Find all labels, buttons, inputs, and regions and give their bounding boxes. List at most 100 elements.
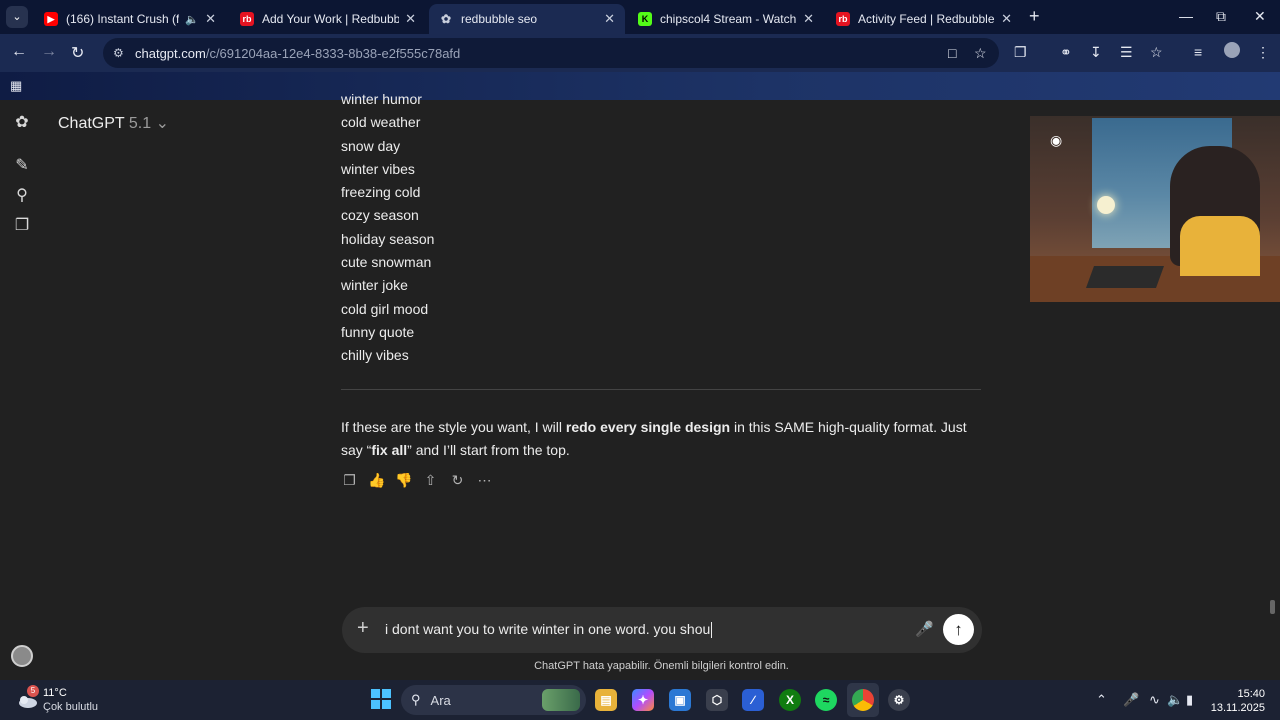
list-item: funny quote	[341, 323, 415, 340]
weather-temperature[interactable]: 11°C	[43, 687, 67, 699]
list-item: cold weather	[341, 114, 421, 131]
xbox-icon[interactable]: X	[779, 689, 801, 711]
microsoft-store-icon[interactable]: ▣	[669, 689, 691, 711]
list-item: cute snowman	[341, 254, 432, 271]
address-bar[interactable]: ⚙ chatgpt.com/c/691204aa-12e4-8333-8b38-…	[103, 38, 999, 68]
wifi-icon[interactable]: ∿	[1149, 692, 1160, 708]
site-info-icon[interactable]: ⚙	[113, 46, 129, 60]
tab-title: chipscol4 Stream - Watch Live o	[660, 12, 797, 26]
forward-icon[interactable]: →	[41, 43, 57, 61]
video-lamp	[1097, 196, 1115, 214]
microphone-tray-icon[interactable]: 🎤	[1123, 692, 1139, 708]
tab-youtube[interactable]: ▶ (166) Instant Crush (feat. Ju 🔈 ✕	[34, 4, 226, 34]
keyword-list: winter humor cold weather snow day winte…	[341, 88, 434, 368]
more-options-icon[interactable]: ⋯	[476, 472, 493, 489]
steam-icon[interactable]: ⚙	[888, 689, 910, 711]
tab-redbubble-seo[interactable]: ✿ redbubble seo ✕	[429, 4, 625, 34]
windows-start-icon[interactable]	[371, 689, 391, 709]
media-control-icon[interactable]: ≡	[1194, 44, 1202, 60]
incognito-icon[interactable]: ⚭	[1060, 44, 1072, 61]
clock-time: 15:40	[1237, 688, 1265, 700]
list-item: cozy season	[341, 207, 419, 224]
weather-description[interactable]: Çok bulutlu	[43, 701, 98, 713]
model-name: ChatGPT	[58, 115, 125, 132]
editor-app-icon[interactable]: ∕	[742, 689, 764, 711]
reading-mode-icon[interactable]: □	[948, 45, 956, 61]
translate-icon[interactable]: ☰	[1120, 44, 1133, 61]
download-icon[interactable]: ↧	[1090, 44, 1102, 61]
list-item: winter joke	[341, 277, 408, 294]
back-icon[interactable]: ←	[11, 43, 27, 61]
close-window-icon[interactable]: ✕	[1254, 8, 1266, 25]
reload-icon[interactable]: ↻	[71, 43, 84, 63]
microphone-icon[interactable]: 🎤	[915, 620, 934, 638]
tab-title: Activity Feed | Redbubble	[858, 12, 995, 26]
copy-icon[interactable]: ❐	[341, 472, 358, 489]
spotify-icon[interactable]: ≈	[815, 689, 837, 711]
picture-in-picture-video[interactable]: ◉	[1030, 116, 1280, 302]
app-hexagon-icon[interactable]: ⬡	[706, 689, 728, 711]
file-explorer-icon[interactable]: ▤	[595, 689, 617, 711]
new-chat-icon[interactable]: ✎	[12, 156, 32, 176]
close-tab-icon[interactable]: ✕	[1001, 11, 1012, 27]
windows-taskbar: 5 11°C Çok bulutlu ⚲ Ara ▤ ✦ ▣ ⬡ ∕ X ≈ ⚙…	[0, 680, 1280, 720]
openai-logo-icon[interactable]: ✿	[12, 113, 32, 133]
thumbs-up-icon[interactable]: 👍	[368, 472, 385, 489]
apps-grid-icon[interactable]: ▦	[10, 78, 22, 94]
new-tab-button[interactable]: +	[1029, 6, 1040, 27]
list-item: winter humor	[341, 91, 422, 107]
chatgpt-icon: ✿	[440, 12, 452, 26]
more-menu-icon[interactable]: ⋮	[1256, 44, 1270, 61]
extensions-icon[interactable]: ❐	[1014, 44, 1027, 61]
show-hidden-icons-chevron-icon[interactable]: ⌃	[1096, 692, 1107, 708]
disclaimer-text: ChatGPT hata yapabilir. Önemli bilgileri…	[534, 660, 789, 672]
model-selector[interactable]: ChatGPT 5.1 ⌄	[58, 113, 169, 133]
close-tab-icon[interactable]: ✕	[205, 11, 216, 27]
send-button[interactable]: ↑	[943, 614, 974, 645]
tab-redbubble-activity[interactable]: rb Activity Feed | Redbubble ✕	[826, 4, 1022, 34]
list-item: holiday season	[341, 230, 435, 247]
tab-redbubble-add-work[interactable]: rb Add Your Work | Redbubble ✕	[230, 4, 426, 34]
taskbar-search[interactable]: ⚲ Ara	[401, 685, 586, 715]
youtube-icon: ▶	[44, 12, 58, 26]
bookmark-bar: ▦	[0, 72, 1280, 100]
composer-input[interactable]: i dont want you to write winter in one w…	[385, 621, 713, 639]
message-composer[interactable]: + i dont want you to write winter in one…	[342, 607, 982, 653]
system-clock[interactable]: 15:40 13.11.2025	[1207, 687, 1265, 715]
thumbs-down-icon[interactable]: 👎	[395, 472, 412, 489]
tab-title: Add Your Work | Redbubble	[262, 12, 400, 26]
browser-toolbar: ← → ↻ ⚙ chatgpt.com/c/691204aa-12e4-8333…	[0, 34, 1280, 72]
url-text[interactable]: chatgpt.com/c/691204aa-12e4-8333-8b38-e2…	[135, 46, 460, 61]
close-tab-icon[interactable]: ✕	[803, 11, 814, 27]
minimize-icon[interactable]: —	[1179, 8, 1193, 24]
speaker-icon[interactable]: 🔈	[185, 13, 199, 26]
regenerate-icon[interactable]: ↻	[449, 472, 466, 489]
search-icon[interactable]: ⚲	[12, 186, 32, 206]
library-icon[interactable]: ❐	[12, 216, 32, 236]
battery-icon[interactable]: ▮	[1186, 692, 1193, 708]
tab-search-chevron-icon[interactable]: ⌄	[6, 6, 28, 28]
search-highlight-image	[542, 689, 580, 711]
scrollbar-thumb[interactable]	[1270, 600, 1275, 614]
tab-kick-stream[interactable]: K chipscol4 Stream - Watch Live o ✕	[628, 4, 824, 34]
redbubble-icon: rb	[240, 12, 254, 26]
profile-avatar-icon[interactable]	[1224, 42, 1240, 58]
copilot-icon[interactable]: ✦	[632, 689, 654, 711]
search-label: Ara	[430, 692, 451, 708]
share-icon[interactable]: ⇧	[422, 472, 439, 489]
tab-strip: ⌄ ▶ (166) Instant Crush (feat. Ju 🔈 ✕ rb…	[0, 0, 1280, 34]
add-attachment-icon[interactable]: +	[357, 617, 369, 640]
restore-icon[interactable]: ⧉	[1216, 8, 1226, 25]
bookmark-star-icon[interactable]: ☆	[974, 45, 987, 62]
list-item: cold girl mood	[341, 300, 429, 317]
video-cat-icon: ◉	[1050, 132, 1063, 148]
favorites-icon[interactable]: ☆	[1150, 44, 1163, 61]
close-tab-icon[interactable]: ✕	[604, 11, 615, 27]
close-tab-icon[interactable]: ✕	[405, 11, 416, 27]
video-keyboard	[1085, 266, 1165, 288]
list-item: snow day	[341, 137, 401, 154]
volume-icon[interactable]: 🔈	[1167, 692, 1183, 708]
video-character-shirt	[1180, 216, 1260, 276]
weather-badge: 5	[27, 685, 39, 697]
chrome-icon[interactable]	[852, 689, 874, 711]
